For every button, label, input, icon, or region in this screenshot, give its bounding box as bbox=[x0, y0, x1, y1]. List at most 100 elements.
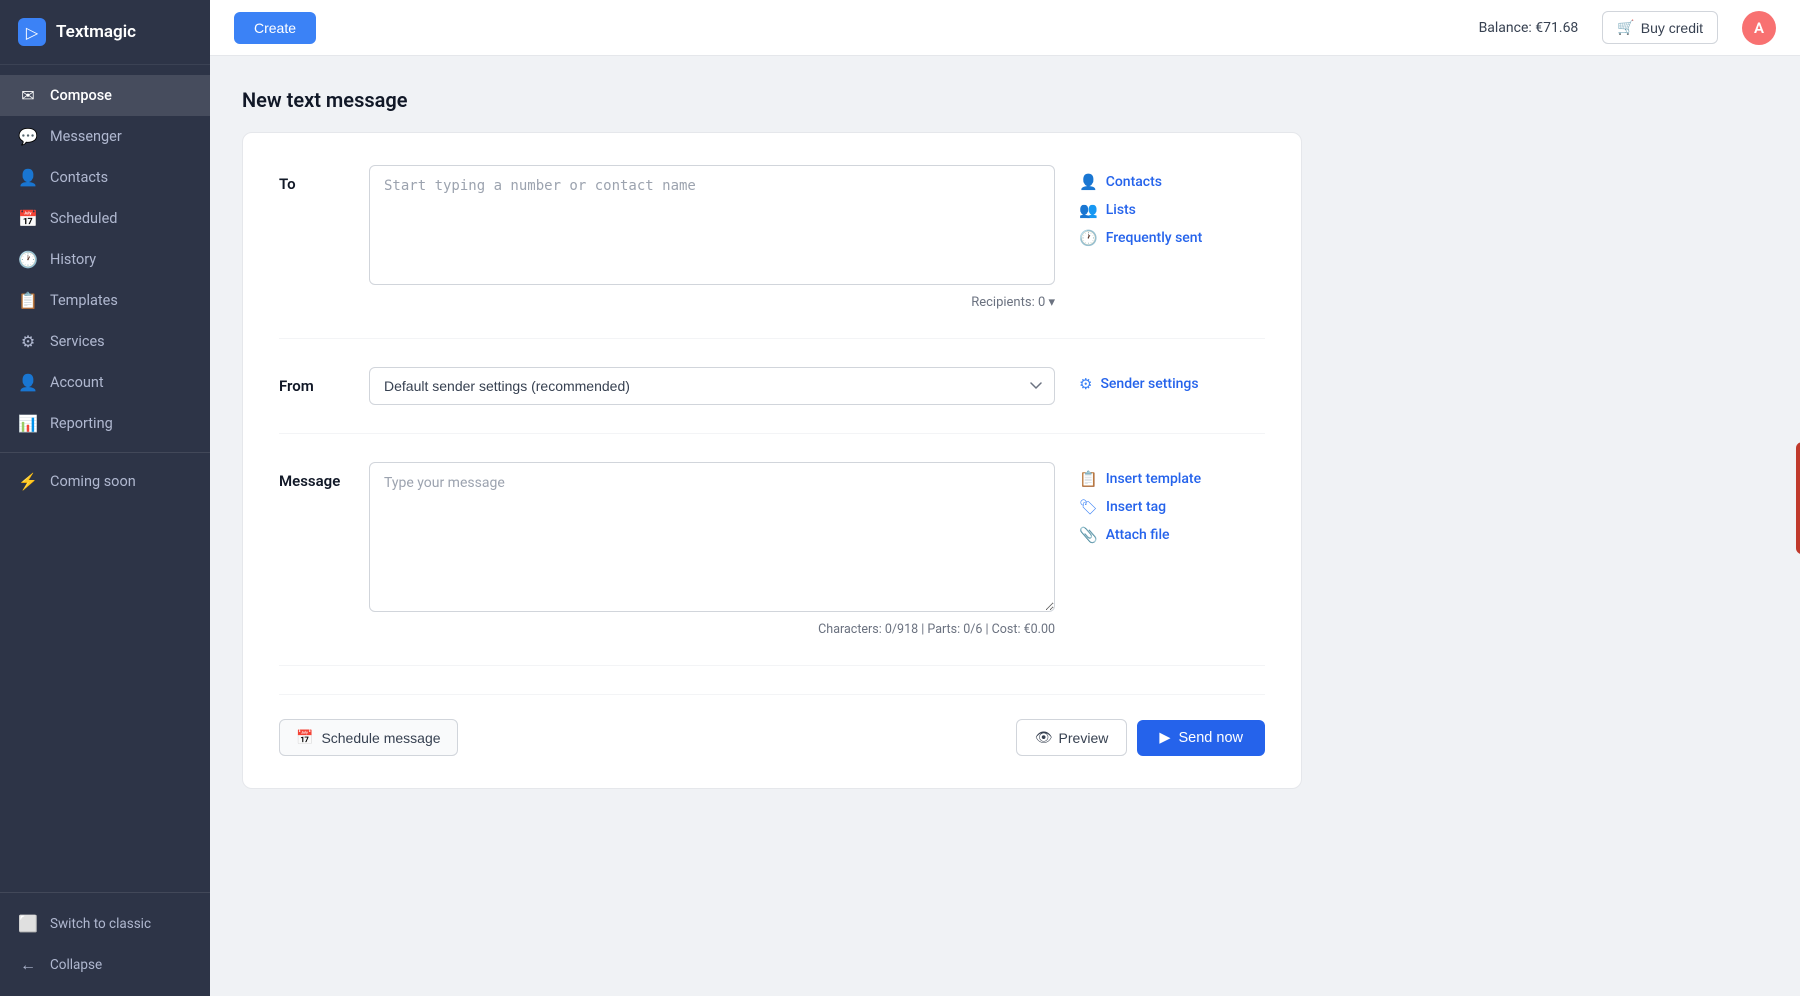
scheduled-icon: 📅 bbox=[18, 209, 38, 228]
to-input[interactable] bbox=[369, 165, 1055, 285]
main-area: Create Balance: €71.68 🛒 Buy credit A Ne… bbox=[210, 0, 1800, 996]
switch-to-classic[interactable]: ⬜ Switch to classic bbox=[0, 903, 210, 944]
insert-template-icon: 📋 bbox=[1079, 470, 1098, 488]
sender-settings-action[interactable]: ⚙ Sender settings bbox=[1079, 375, 1265, 393]
collapse-sidebar[interactable]: ← Collapse bbox=[0, 944, 210, 986]
insert-tag-label: Insert tag bbox=[1106, 499, 1166, 515]
logo-icon: ▷ bbox=[18, 18, 46, 46]
avatar[interactable]: A bbox=[1742, 11, 1776, 45]
sidebar-item-reporting[interactable]: 📊 Reporting bbox=[0, 403, 210, 444]
message-label: Message bbox=[279, 462, 369, 490]
insert-template-action[interactable]: 📋 Insert template bbox=[1079, 470, 1265, 488]
history-icon: 🕐 bbox=[18, 250, 38, 269]
sidebar-item-contacts[interactable]: 👤 Contacts bbox=[0, 157, 210, 198]
create-button[interactable]: Create bbox=[234, 12, 316, 44]
sidebar-item-history[interactable]: 🕐 History bbox=[0, 239, 210, 280]
sidebar-item-label: History bbox=[50, 251, 96, 268]
contacts-action-label: Contacts bbox=[1106, 174, 1162, 190]
message-side-actions: 📋 Insert template 🏷 Insert tag 📎 Attach … bbox=[1055, 462, 1265, 544]
switch-label: Switch to classic bbox=[50, 916, 151, 932]
page-title: New text message bbox=[242, 88, 1768, 112]
buy-credit-label: Buy credit bbox=[1641, 20, 1703, 36]
sidebar-nav: ✉ Compose 💬 Messenger 👤 Contacts 📅 Sched… bbox=[0, 65, 210, 892]
sidebar-item-services[interactable]: ⚙ Services bbox=[0, 321, 210, 362]
contacts-action[interactable]: 👤 Contacts bbox=[1079, 173, 1265, 191]
frequently-sent-label: Frequently sent bbox=[1106, 230, 1203, 246]
send-icon: ▶ bbox=[1159, 730, 1170, 746]
lists-action[interactable]: 👥 Lists bbox=[1079, 201, 1265, 219]
action-bar: 📅 Schedule message 👁 Preview ▶ Send now bbox=[279, 694, 1265, 756]
report-problem-tab[interactable]: Report a problem bbox=[1796, 442, 1800, 554]
schedule-button[interactable]: 📅 Schedule message bbox=[279, 719, 458, 756]
send-button[interactable]: ▶ Send now bbox=[1137, 720, 1265, 756]
to-label: To bbox=[279, 165, 369, 193]
reporting-icon: 📊 bbox=[18, 414, 38, 433]
coming-soon-icon: ⚡ bbox=[18, 472, 38, 491]
to-input-area: Recipients: 0 ▾ bbox=[369, 165, 1055, 310]
from-row: From Default sender settings (recommende… bbox=[279, 367, 1265, 434]
sidebar-item-scheduled[interactable]: 📅 Scheduled bbox=[0, 198, 210, 239]
sidebar-bottom: ⬜ Switch to classic ← Collapse bbox=[0, 892, 210, 996]
preview-icon: 👁 bbox=[1035, 729, 1053, 746]
sidebar-item-label: Account bbox=[50, 374, 104, 391]
contacts-icon: 👤 bbox=[18, 168, 38, 187]
content-area: New text message To Recipients: 0 ▾ 👤 bbox=[210, 56, 1800, 996]
message-row: Message Characters: 0/918 | Parts: 0/6 |… bbox=[279, 462, 1265, 666]
insert-tag-icon: 🏷 bbox=[1079, 498, 1098, 516]
sender-settings-label: Sender settings bbox=[1100, 376, 1198, 392]
message-stats: Characters: 0/918 | Parts: 0/6 | Cost: €… bbox=[818, 622, 1055, 637]
recipients-count[interactable]: Recipients: 0 ▾ bbox=[971, 295, 1055, 310]
sidebar-item-label: Scheduled bbox=[50, 210, 117, 227]
from-select[interactable]: Default sender settings (recommended) bbox=[369, 367, 1055, 405]
sidebar-item-label: Templates bbox=[50, 292, 118, 309]
sidebar-item-compose[interactable]: ✉ Compose bbox=[0, 75, 210, 116]
sidebar-item-label: Contacts bbox=[50, 169, 108, 186]
collapse-icon: ← bbox=[18, 955, 38, 975]
sidebar-item-messenger[interactable]: 💬 Messenger bbox=[0, 116, 210, 157]
lists-action-icon: 👥 bbox=[1079, 201, 1098, 219]
to-side-actions: 👤 Contacts 👥 Lists 🕐 Frequently sent bbox=[1055, 165, 1265, 247]
right-actions: 👁 Preview ▶ Send now bbox=[1016, 719, 1265, 756]
lists-action-label: Lists bbox=[1106, 202, 1136, 218]
account-icon: 👤 bbox=[18, 373, 38, 392]
sidebar-item-label: Coming soon bbox=[50, 473, 136, 490]
sidebar-item-account[interactable]: 👤 Account bbox=[0, 362, 210, 403]
schedule-label: Schedule message bbox=[321, 730, 440, 746]
preview-button[interactable]: 👁 Preview bbox=[1016, 719, 1128, 756]
sender-settings-icon: ⚙ bbox=[1079, 375, 1092, 393]
message-textarea[interactable] bbox=[369, 462, 1055, 612]
to-row: To Recipients: 0 ▾ 👤 Contacts bbox=[279, 165, 1265, 339]
contacts-action-icon: 👤 bbox=[1079, 173, 1098, 191]
attach-file-action[interactable]: 📎 Attach file bbox=[1079, 526, 1265, 544]
buy-credit-button[interactable]: 🛒 Buy credit bbox=[1602, 11, 1718, 44]
balance-display: Balance: €71.68 bbox=[1479, 20, 1579, 36]
messenger-icon: 💬 bbox=[18, 127, 38, 146]
switch-icon: ⬜ bbox=[18, 914, 38, 933]
sidebar-item-templates[interactable]: 📋 Templates bbox=[0, 280, 210, 321]
sidebar-item-label: Compose bbox=[50, 87, 112, 104]
services-icon: ⚙ bbox=[18, 332, 38, 351]
frequently-sent-action[interactable]: 🕐 Frequently sent bbox=[1079, 229, 1265, 247]
sidebar-logo: ▷ Textmagic bbox=[0, 0, 210, 65]
sidebar: ▷ Textmagic ✉ Compose 💬 Messenger 👤 Cont… bbox=[0, 0, 210, 996]
attach-file-icon: 📎 bbox=[1079, 526, 1098, 544]
sidebar-item-label: Reporting bbox=[50, 415, 113, 432]
insert-template-label: Insert template bbox=[1106, 471, 1201, 487]
logo-text: Textmagic bbox=[56, 22, 136, 42]
compose-form-card: To Recipients: 0 ▾ 👤 Contacts bbox=[242, 132, 1302, 789]
compose-icon: ✉ bbox=[18, 86, 38, 105]
attach-file-label: Attach file bbox=[1106, 527, 1170, 543]
insert-tag-action[interactable]: 🏷 Insert tag bbox=[1079, 498, 1265, 516]
collapse-label: Collapse bbox=[50, 957, 102, 973]
from-label: From bbox=[279, 367, 369, 395]
sidebar-item-label: Services bbox=[50, 333, 105, 350]
send-label: Send now bbox=[1179, 730, 1244, 746]
from-input-area: Default sender settings (recommended) bbox=[369, 367, 1055, 405]
preview-label: Preview bbox=[1059, 730, 1109, 746]
sidebar-item-label: Messenger bbox=[50, 128, 122, 145]
schedule-icon: 📅 bbox=[296, 729, 313, 746]
sidebar-item-coming-soon[interactable]: ⚡ Coming soon bbox=[0, 461, 210, 502]
templates-icon: 📋 bbox=[18, 291, 38, 310]
header: Create Balance: €71.68 🛒 Buy credit A bbox=[210, 0, 1800, 56]
frequently-sent-icon: 🕐 bbox=[1079, 229, 1098, 247]
